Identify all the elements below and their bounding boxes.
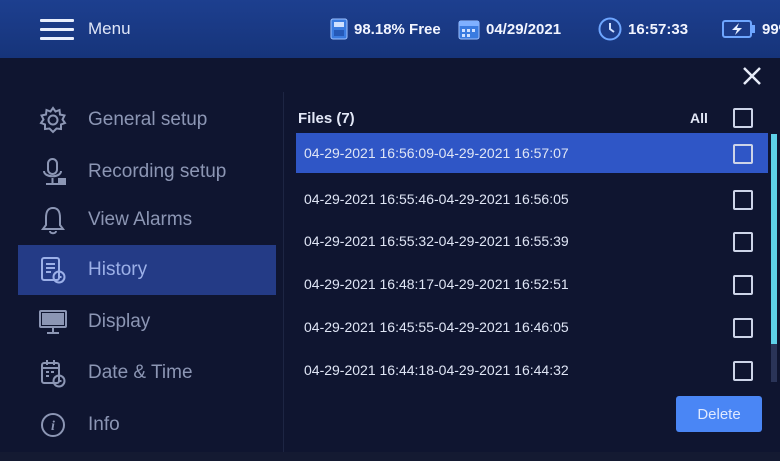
gear-icon	[18, 106, 88, 134]
select-all-label: All	[690, 110, 708, 126]
history-icon	[18, 255, 88, 285]
sidebar-item-info[interactable]: i Info	[18, 400, 276, 450]
sidebar-item-display[interactable]: Display	[18, 297, 276, 347]
file-name: 04-29-2021 16:55:32-04-29-2021 16:55:39	[304, 233, 569, 249]
sidebar-item-label: View Alarms	[88, 209, 193, 230]
sidebar-item-label: Info	[88, 414, 120, 435]
file-name: 04-29-2021 16:44:18-04-29-2021 16:44:32	[304, 362, 569, 378]
monitor-icon	[18, 308, 88, 336]
sidebar-item-label: Date & Time	[88, 362, 193, 383]
delete-button[interactable]: Delete	[676, 396, 762, 432]
storage-status: 98.18% Free	[330, 16, 441, 42]
file-row[interactable]: 04-29-2021 16:48:17-04-29-2021 16:52:51	[296, 264, 768, 304]
history-screen: Menu 98.18% Free 04/29/2021 16:57:33 99 …	[0, 0, 780, 461]
file-row[interactable]: 04-29-2021 16:56:09-04-29-2021 16:57:07	[296, 133, 768, 173]
bell-icon	[18, 205, 88, 235]
hamburger-menu-icon[interactable]	[40, 19, 74, 41]
select-all-checkbox[interactable]	[733, 108, 753, 128]
top-bar: Menu 98.18% Free 04/29/2021 16:57:33 99	[0, 0, 780, 58]
file-name: 04-29-2021 16:48:17-04-29-2021 16:52:51	[304, 276, 569, 292]
battery-status: 99%	[722, 16, 780, 42]
sidebar-item-date-time[interactable]: Date & Time	[18, 348, 276, 398]
sidebar-item-view-alarms[interactable]: View Alarms	[18, 195, 276, 245]
scrollbar-thumb[interactable]	[771, 134, 777, 344]
sidebar-item-label: History	[88, 259, 148, 280]
file-name: 04-29-2021 16:56:09-04-29-2021 16:57:07	[304, 145, 569, 161]
sidebar-item-label: General setup	[88, 109, 208, 130]
time-text: 16:57:33	[628, 20, 689, 38]
battery-charging-icon	[722, 20, 755, 38]
panel-divider	[283, 92, 284, 452]
svg-text:i: i	[51, 419, 55, 434]
file-row-checkbox[interactable]	[733, 275, 753, 295]
file-row[interactable]: 04-29-2021 16:55:46-04-29-2021 16:56:05	[296, 179, 768, 219]
date-status: 04/29/2021	[458, 16, 561, 42]
sd-card-icon	[330, 18, 348, 40]
file-row[interactable]: 04-29-2021 16:55:32-04-29-2021 16:55:39	[296, 221, 768, 261]
file-row-checkbox[interactable]	[733, 318, 753, 338]
file-row-checkbox[interactable]	[733, 361, 753, 381]
files-header: Files (7)	[298, 110, 355, 127]
date-text: 04/29/2021	[486, 20, 562, 38]
file-row-checkbox[interactable]	[733, 144, 753, 164]
microphone-icon	[18, 157, 88, 187]
file-row[interactable]: 04-29-2021 16:44:18-04-29-2021 16:44:32	[296, 350, 768, 390]
calendar-clock-icon	[18, 358, 88, 388]
file-name: 04-29-2021 16:55:46-04-29-2021 16:56:05	[304, 191, 569, 207]
calendar-icon	[458, 20, 480, 40]
file-row[interactable]: 04-29-2021 16:45:55-04-29-2021 16:46:05	[296, 307, 768, 347]
sidebar-item-label: Display	[88, 311, 151, 332]
bottom-bezel	[0, 452, 780, 461]
sidebar-item-history[interactable]: History	[18, 245, 276, 295]
file-name: 04-29-2021 16:45:55-04-29-2021 16:46:05	[304, 319, 569, 335]
close-icon[interactable]	[740, 64, 764, 88]
sidebar-item-general-setup[interactable]: General setup	[18, 95, 276, 145]
file-row-checkbox[interactable]	[733, 232, 753, 252]
menu-label[interactable]: Menu	[88, 19, 131, 39]
storage-text: 98.18% Free	[354, 20, 441, 38]
battery-text: 99%	[762, 20, 780, 38]
sidebar-item-recording-setup[interactable]: Recording setup	[18, 147, 276, 197]
sidebar-item-label: Recording setup	[88, 161, 227, 182]
sidebar: General setup Recording setup View Alarm…	[18, 92, 276, 452]
time-status: 16:57:33	[598, 16, 688, 42]
clock-icon	[598, 17, 622, 41]
info-icon: i	[18, 411, 88, 439]
file-row-checkbox[interactable]	[733, 190, 753, 210]
